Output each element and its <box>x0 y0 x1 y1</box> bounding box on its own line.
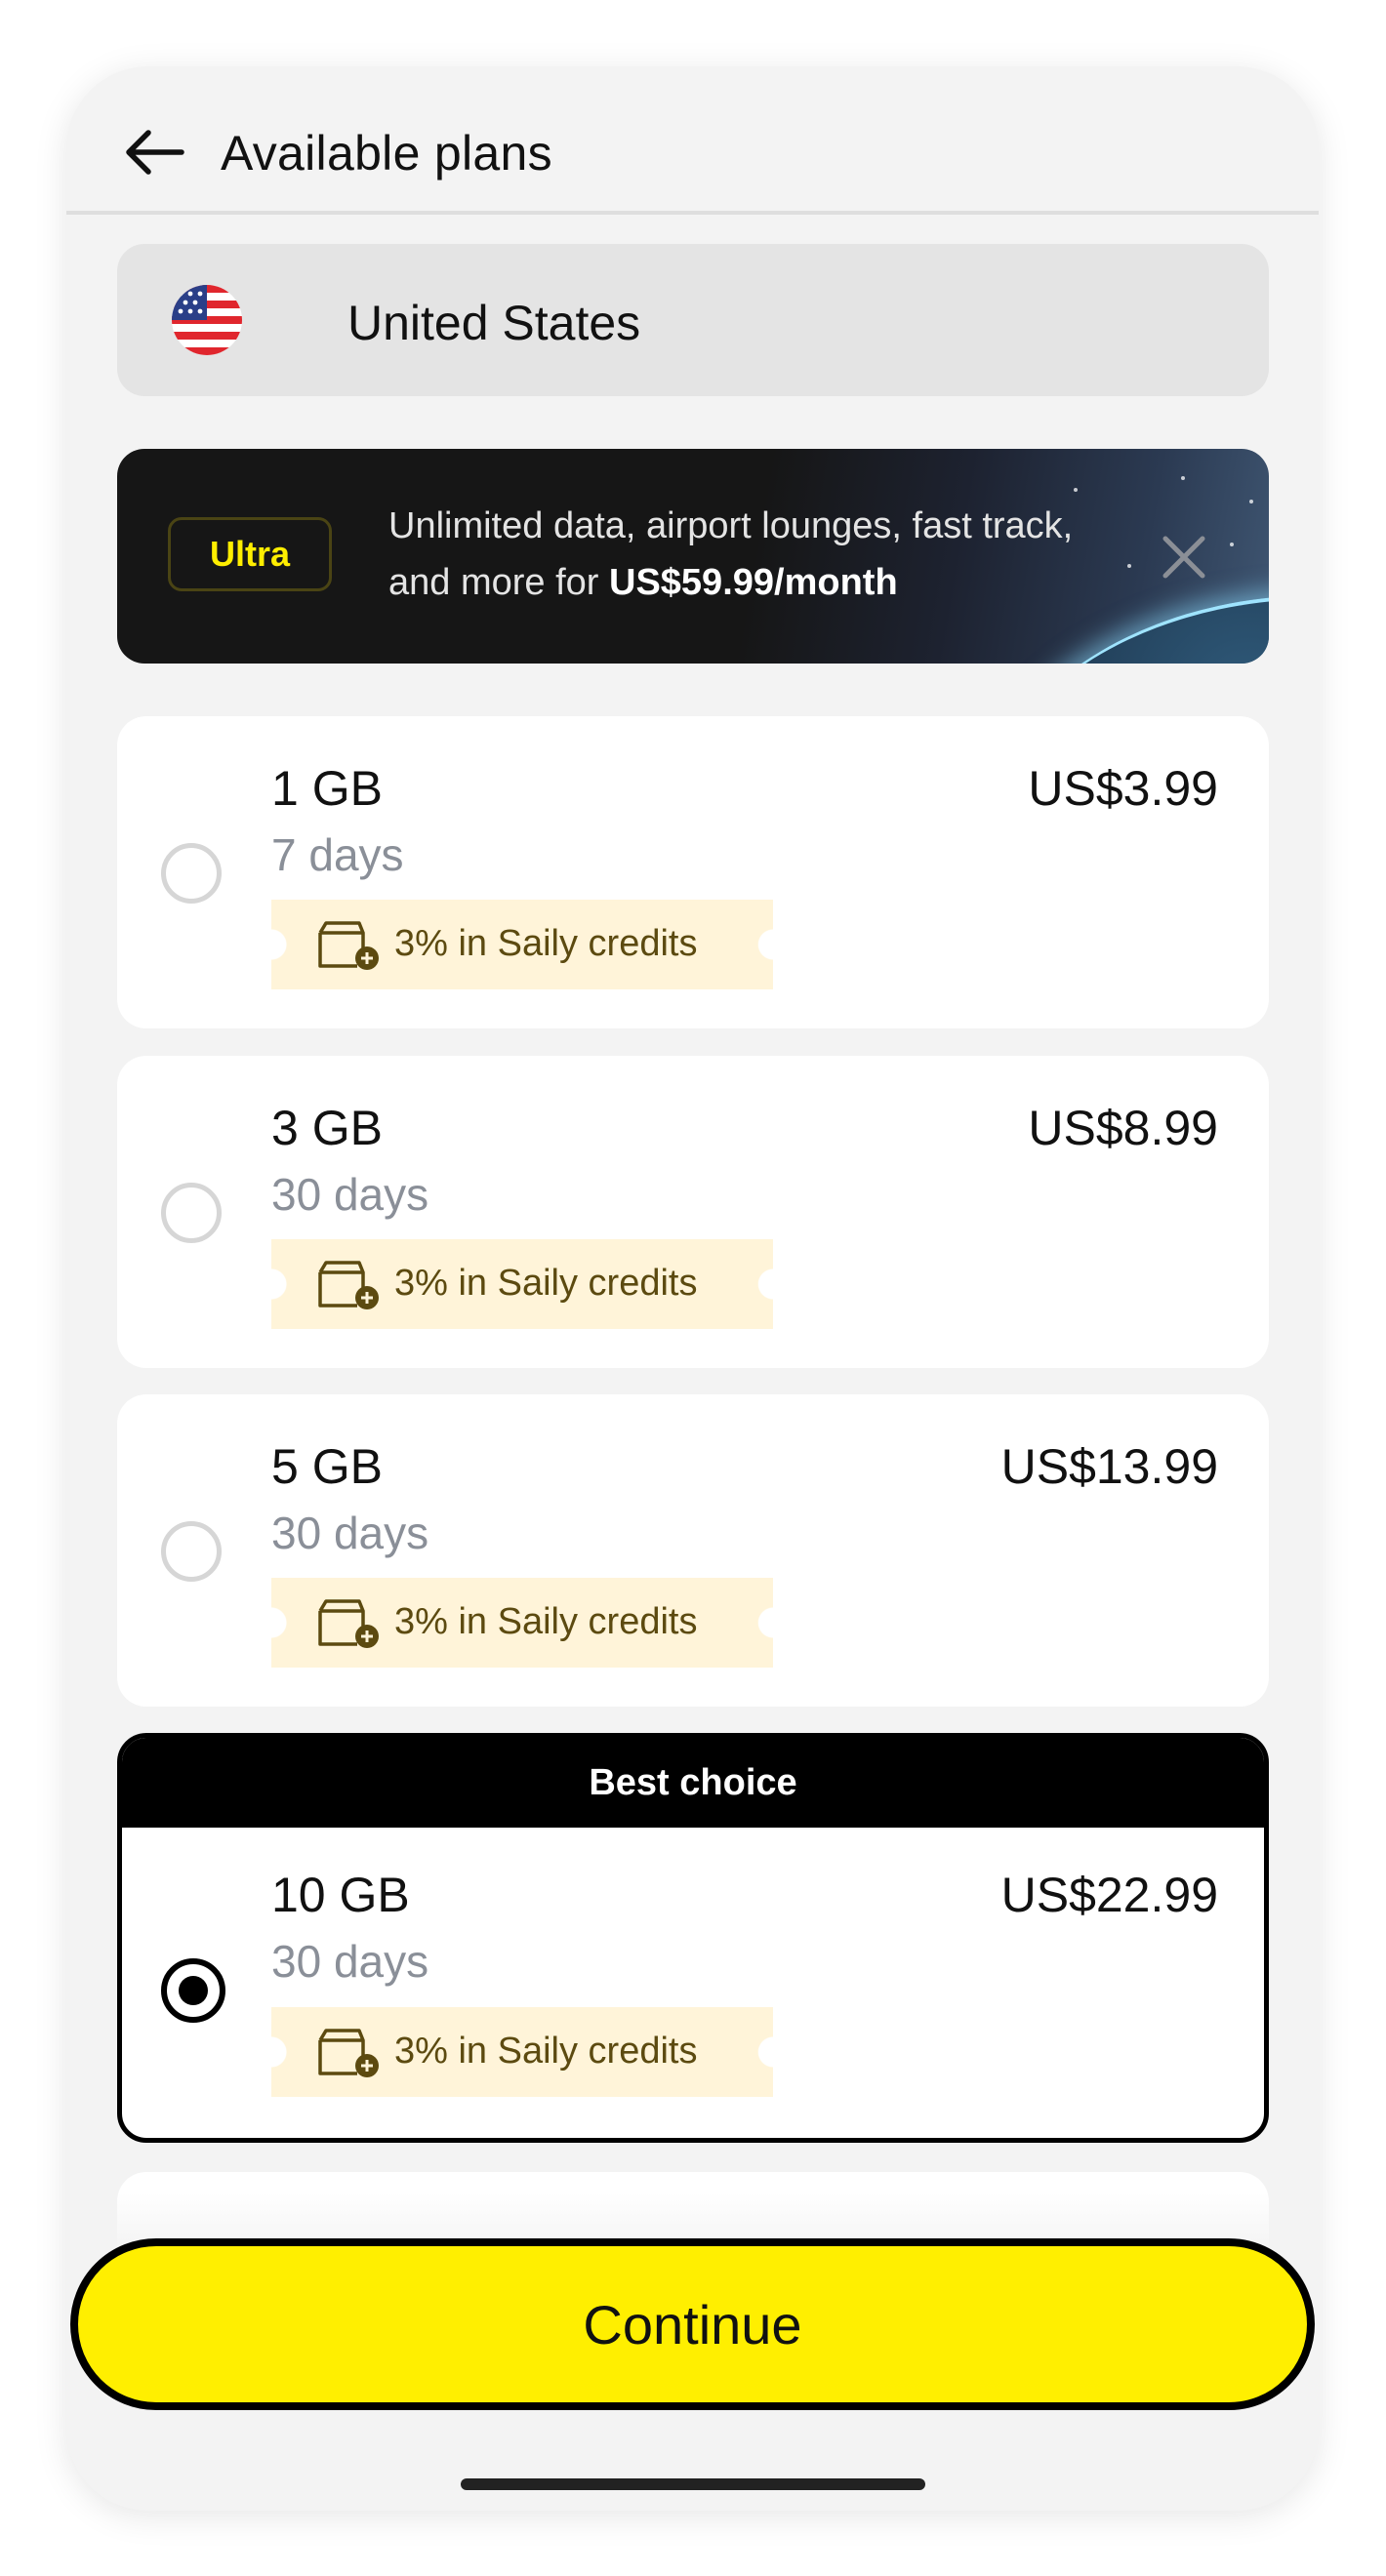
credits-badge: 3% in Saily credits <box>271 1239 773 1329</box>
plan-card[interactable]: 1 GB 7 days US$3.99 3% in Saily credits <box>117 716 1269 1028</box>
plan-price: US$8.99 <box>1028 1101 1218 1155</box>
phone-screen: Available plans United States Ultra Unli… <box>66 66 1319 2511</box>
plan-radio[interactable] <box>161 1183 222 1243</box>
plan-radio[interactable] <box>161 1521 222 1582</box>
credits-badge: 3% in Saily credits <box>271 2007 773 2097</box>
top-bar: Available plans <box>66 66 1319 213</box>
credits-text: 3% in Saily credits <box>394 923 698 964</box>
plan-data-amount: 5 GB <box>271 1439 383 1494</box>
ultra-badge: Ultra <box>168 517 332 591</box>
country-selector[interactable]: United States <box>117 244 1269 396</box>
close-banner-button[interactable] <box>1152 525 1216 589</box>
plan-price: US$13.99 <box>1000 1439 1218 1494</box>
star <box>1074 488 1078 492</box>
wallet-plus-icon <box>318 1261 379 1309</box>
star <box>1249 500 1253 503</box>
close-icon <box>1162 536 1205 579</box>
promo-price: US$59.99/month <box>609 562 898 603</box>
plan-radio[interactable] <box>161 843 222 904</box>
plan-card[interactable]: 5 GB 30 days US$13.99 3% in Saily credit… <box>117 1394 1269 1707</box>
plan-duration: 30 days <box>271 1936 429 1987</box>
arrow-left-icon <box>126 130 184 175</box>
ultra-promo-banner[interactable]: Ultra Unlimited data, airport lounges, f… <box>117 449 1269 664</box>
plan-data-amount: 10 GB <box>271 1868 410 1922</box>
plan-duration: 30 days <box>271 1169 429 1220</box>
star <box>1230 543 1234 546</box>
plan-radio-selected[interactable] <box>161 1958 225 2023</box>
wallet-plus-icon <box>318 1599 379 1648</box>
plan-price: US$3.99 <box>1028 761 1218 816</box>
back-button[interactable] <box>105 103 203 201</box>
credits-text: 3% in Saily credits <box>394 2031 698 2072</box>
plan-duration: 30 days <box>271 1508 429 1558</box>
plan-data-amount: 1 GB <box>271 761 383 816</box>
country-name: United States <box>347 296 641 350</box>
credits-text: 3% in Saily credits <box>394 1601 698 1642</box>
credits-badge: 3% in Saily credits <box>271 1578 773 1668</box>
home-indicator <box>461 2478 925 2490</box>
plan-card[interactable]: 3 GB 30 days US$8.99 3% in Saily credits <box>117 1056 1269 1368</box>
credits-badge: 3% in Saily credits <box>271 900 773 989</box>
best-choice-label: Best choice <box>122 1738 1264 1828</box>
credits-text: 3% in Saily credits <box>394 1263 698 1304</box>
wallet-plus-icon <box>318 921 379 970</box>
plan-card-best-choice[interactable]: Best choice 10 GB 30 days US$22.99 3% in… <box>117 1733 1269 2143</box>
plan-data-amount: 3 GB <box>271 1101 383 1155</box>
star <box>1181 476 1185 480</box>
plan-price: US$22.99 <box>1000 1868 1218 1922</box>
page-title: Available plans <box>221 126 552 181</box>
continue-button[interactable]: Continue <box>70 2238 1315 2410</box>
wallet-plus-icon <box>318 2029 379 2077</box>
promo-text: Unlimited data, airport lounges, fast tr… <box>388 498 1130 611</box>
header-divider <box>66 211 1319 215</box>
plan-duration: 7 days <box>271 829 404 880</box>
us-flag-icon <box>172 285 242 355</box>
